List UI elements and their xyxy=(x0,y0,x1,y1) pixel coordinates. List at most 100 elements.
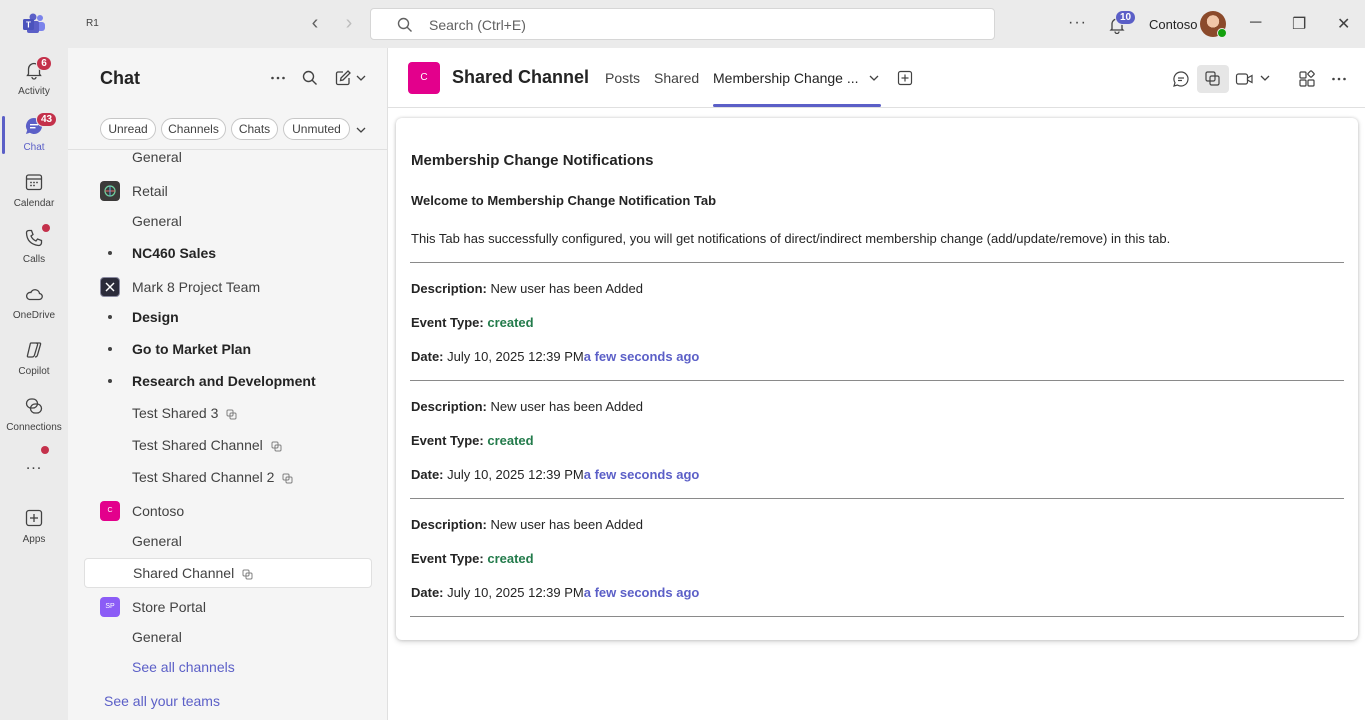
tools-icon xyxy=(105,282,115,292)
tab-posts[interactable]: Posts xyxy=(605,70,640,86)
teams-logo-icon[interactable]: T xyxy=(22,12,46,36)
channel-nc460-sales[interactable]: NC460 Sales xyxy=(84,238,372,268)
team-contoso[interactable]: C Contoso xyxy=(84,496,372,526)
rail-label: Activity xyxy=(18,86,50,97)
rail-apps[interactable]: Apps xyxy=(0,498,68,554)
app-rail: 6 Activity 43 Chat Calendar Calls OneDri… xyxy=(0,48,68,720)
shared-channel-icon xyxy=(226,409,237,420)
calendar-icon xyxy=(25,174,43,191)
channel-general[interactable]: General xyxy=(84,206,372,236)
rail-label: Chat xyxy=(23,142,45,153)
add-apps-icon xyxy=(25,509,43,527)
more-options-icon[interactable] xyxy=(270,70,286,86)
close-button[interactable]: ✕ xyxy=(1337,14,1350,34)
unread-bullet xyxy=(108,251,112,255)
rail-label: Calls xyxy=(22,254,46,265)
channel-title: Shared Channel xyxy=(452,67,590,87)
channel-general[interactable]: General xyxy=(84,526,372,556)
conversation-icon[interactable] xyxy=(1172,70,1190,88)
channel-go-to-market[interactable]: Go to Market Plan xyxy=(84,334,372,364)
filter-channels[interactable]: Channels xyxy=(161,118,226,140)
filter-unread[interactable]: Unread xyxy=(100,118,156,140)
see-all-channels-link[interactable]: See all channels xyxy=(84,652,372,682)
chat-list-pane: Chat Unread Channels Chats Unmuted Gener… xyxy=(68,48,388,720)
team-retail[interactable]: Retail xyxy=(84,176,372,206)
channel-shared-channel[interactable]: Shared Channel xyxy=(84,558,372,588)
account-initials[interactable]: R1 xyxy=(86,18,99,29)
rail-chat[interactable]: 43 Chat xyxy=(0,106,68,162)
more-apps-dot xyxy=(41,446,49,454)
search-icon[interactable] xyxy=(302,70,318,86)
unread-bullet xyxy=(108,347,112,351)
minimize-button[interactable]: ─ xyxy=(1250,14,1261,32)
activity-badge: 6 xyxy=(36,56,52,71)
team-store-portal[interactable]: SP Store Portal xyxy=(84,592,372,622)
rail-connections[interactable]: Connections xyxy=(0,386,68,442)
rail-calls[interactable]: Calls xyxy=(0,218,68,274)
apps-icon[interactable] xyxy=(1298,70,1316,88)
channel-general[interactable]: General xyxy=(84,622,372,652)
more-options-icon[interactable] xyxy=(1331,71,1347,87)
list-item-label: General xyxy=(132,533,182,549)
presence-available-icon xyxy=(1217,28,1227,38)
card-title: Membership Change Notifications xyxy=(411,152,654,169)
divider xyxy=(410,262,1344,263)
list-item-label: Shared Channel xyxy=(133,558,253,588)
rail-label: OneDrive xyxy=(12,310,56,321)
org-name[interactable]: Contoso xyxy=(1149,17,1197,32)
add-tab-icon[interactable] xyxy=(897,70,913,86)
calls-unread-dot xyxy=(42,224,50,232)
channel-research[interactable]: Research and Development xyxy=(84,366,372,396)
channel-test-shared-channel[interactable]: Test Shared Channel xyxy=(84,430,372,460)
chevron-down-icon[interactable] xyxy=(1260,74,1270,82)
list-item-label: Store Portal xyxy=(132,599,206,615)
see-all-teams-link[interactable]: See all your teams xyxy=(104,693,220,709)
chevron-down-icon[interactable] xyxy=(356,126,366,134)
forward-icon[interactable]: › xyxy=(338,13,360,35)
channel-test-shared-3[interactable]: Test Shared 3 xyxy=(84,398,372,428)
more-apps-icon: ... xyxy=(25,456,43,473)
filter-chats[interactable]: Chats xyxy=(231,118,278,140)
shared-channel-icon xyxy=(271,441,282,452)
event-date: Date: July 10, 2025 12:39 PMa few second… xyxy=(411,349,700,364)
main-area: C Shared Channel Posts Shared Membership… xyxy=(388,48,1365,720)
divider xyxy=(410,498,1344,499)
channel-test-shared-channel-2[interactable]: Test Shared Channel 2 xyxy=(84,462,372,492)
tab-shared[interactable]: Shared xyxy=(654,70,699,86)
event-description: Description: New user has been Added xyxy=(411,517,643,532)
list-item-label: Mark 8 Project Team xyxy=(132,279,261,295)
tab-membership-change[interactable]: Membership Change ... xyxy=(713,70,859,86)
team-mark8[interactable]: Mark 8 Project Team xyxy=(84,272,372,302)
card-subtitle: Welcome to Membership Change Notificatio… xyxy=(411,193,717,208)
svg-text:T: T xyxy=(26,21,31,30)
rail-onedrive[interactable]: OneDrive xyxy=(0,274,68,330)
more-options-icon[interactable]: ··· xyxy=(1068,14,1087,32)
rail-label: Apps xyxy=(22,534,46,545)
copilot-icon xyxy=(26,342,42,358)
rail-label: Copilot xyxy=(18,366,50,377)
restore-button[interactable]: ❐ xyxy=(1292,14,1306,34)
chevron-down-icon[interactable] xyxy=(356,74,366,82)
channel-header: C Shared Channel Posts Shared Membership… xyxy=(388,48,1365,108)
search-icon xyxy=(397,17,412,32)
chat-pane-title: Chat xyxy=(100,68,140,88)
rail-more-apps[interactable]: ... xyxy=(0,442,68,498)
rail-activity[interactable]: 6 Activity xyxy=(0,50,68,106)
rail-copilot[interactable]: Copilot xyxy=(0,330,68,386)
video-call-icon[interactable] xyxy=(1235,71,1255,87)
new-chat-icon[interactable] xyxy=(334,69,352,87)
list-item-label: Design xyxy=(132,309,179,325)
list-item-label: Retail xyxy=(132,183,168,199)
chevron-down-icon[interactable] xyxy=(869,74,879,82)
list-item-label: Research and Development xyxy=(132,373,316,389)
event-description: Description: New user has been Added xyxy=(411,399,643,414)
back-icon[interactable]: ‹ xyxy=(304,13,326,35)
channel-general[interactable]: General xyxy=(84,142,372,172)
filter-unmuted[interactable]: Unmuted xyxy=(283,118,350,140)
search-input[interactable]: Search (Ctrl+E) xyxy=(370,8,995,40)
list-item-label: General xyxy=(132,213,182,229)
shared-content-icon[interactable] xyxy=(1197,65,1229,93)
card-intro: This Tab has successfully configured, yo… xyxy=(411,231,1171,246)
rail-calendar[interactable]: Calendar xyxy=(0,162,68,218)
channel-design[interactable]: Design xyxy=(84,302,372,332)
